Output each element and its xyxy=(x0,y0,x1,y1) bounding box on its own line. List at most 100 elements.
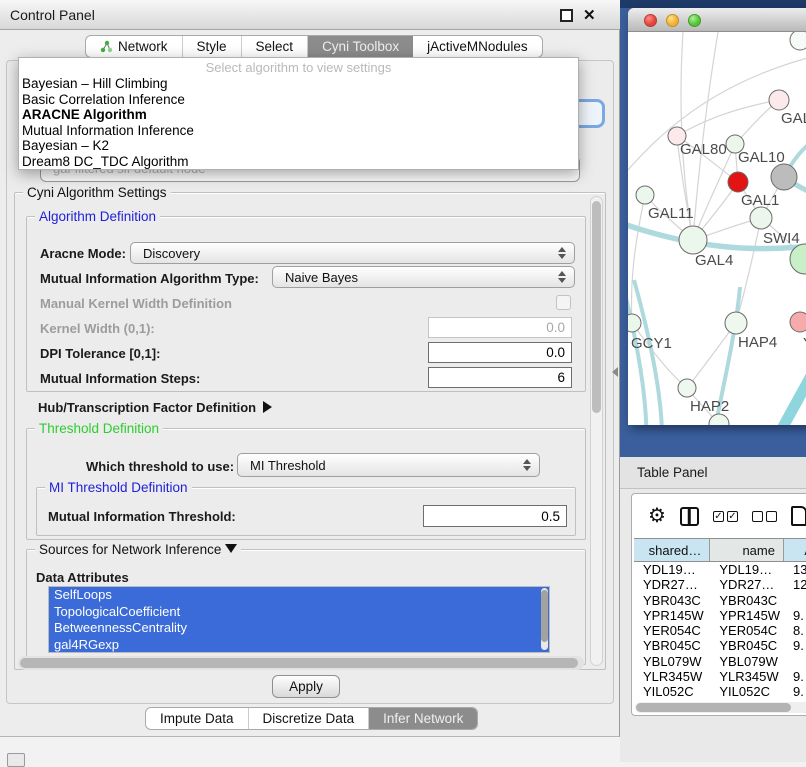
minimize-window-icon[interactable] xyxy=(666,14,679,27)
network-node-hap2[interactable] xyxy=(678,379,696,397)
table-cell: YBR043C xyxy=(710,593,784,608)
network-edge[interactable] xyxy=(736,218,761,323)
sources-group-title[interactable]: Sources for Network Inference xyxy=(35,542,241,557)
apply-button[interactable]: Apply xyxy=(272,675,340,698)
panel-splitter-arrow[interactable] xyxy=(612,367,618,377)
hub-tf-definition-toggle[interactable]: Hub/Transcription Factor Definition xyxy=(38,400,272,415)
table-cell: YBR045C xyxy=(634,638,710,653)
split-columns-icon[interactable] xyxy=(680,507,699,526)
network-node[interactable] xyxy=(771,164,797,190)
algorithm-option[interactable]: ARACNE Algorithm xyxy=(19,107,578,123)
table-row[interactable]: YLR345WYLR345W9. xyxy=(634,669,806,684)
tab-jactivemnodules[interactable]: jActiveMNodules xyxy=(413,36,542,57)
mi-threshold-field[interactable] xyxy=(423,505,567,527)
tab-cyni-toolbox[interactable]: Cyni Toolbox xyxy=(308,36,413,57)
attribute-item[interactable]: gal4RGexp xyxy=(49,637,549,654)
network-edge[interactable] xyxy=(677,100,779,136)
network-node-gal1[interactable] xyxy=(750,207,772,229)
table-cell: 9. xyxy=(784,638,806,653)
attributes-scrollbar[interactable] xyxy=(541,588,548,650)
table-row[interactable]: YDR27…YDR27…12 xyxy=(634,577,806,592)
aracne-mode-combo[interactable]: Discovery xyxy=(130,242,575,264)
algorithm-option[interactable]: Dream8 DC_TDC Algorithm xyxy=(19,154,578,170)
network-window[interactable]: GALGAL80GAL10GAL1GAL11GAL4SWI4GCY1HAP4YH… xyxy=(628,8,806,425)
which-threshold-combo[interactable]: MI Threshold xyxy=(237,453,540,477)
tab-discretize-data[interactable]: Discretize Data xyxy=(249,708,370,729)
node-label: GAL1 xyxy=(741,192,779,209)
minimized-panel-icon[interactable] xyxy=(7,753,25,767)
table-row[interactable]: YBR045CYBR045C9. xyxy=(634,638,806,653)
algorithm-definition-title: Algorithm Definition xyxy=(35,209,160,224)
settings-horizontal-scrollbar[interactable] xyxy=(18,656,584,670)
column-header-a[interactable]: A xyxy=(784,539,806,561)
gear-icon[interactable]: ⚙ xyxy=(648,506,666,526)
attribute-item[interactable]: SelfLoops xyxy=(49,587,549,604)
column-header-name[interactable]: name xyxy=(710,539,784,561)
which-threshold-value: MI Threshold xyxy=(250,458,326,473)
algorithm-option[interactable]: Bayesian – Hill Climbing xyxy=(19,76,578,92)
table-header-row: shared…nameA xyxy=(634,538,806,562)
network-node-y[interactable] xyxy=(790,312,806,332)
network-node-gal[interactable] xyxy=(769,90,789,110)
table-horizontal-scrollbar-thumb[interactable] xyxy=(636,703,791,712)
table-cell: YBR043C xyxy=(634,593,710,608)
algorithm-dropdown-prompt: Select algorithm to view settings xyxy=(19,58,578,76)
settings-vertical-scrollbar[interactable] xyxy=(590,196,603,666)
tab-style[interactable]: Style xyxy=(183,36,242,57)
close-panel-icon[interactable]: ✕ xyxy=(583,9,596,22)
table-row[interactable]: YBR043CYBR043C xyxy=(634,593,806,608)
algorithm-option[interactable]: Bayesian – K2 xyxy=(19,138,578,154)
kernel-width-field[interactable] xyxy=(428,317,572,338)
attribute-item[interactable]: BetweennessCentrality xyxy=(49,620,549,637)
network-edge[interactable] xyxy=(632,195,645,323)
column-header-shared…[interactable]: shared… xyxy=(634,539,710,561)
table-row[interactable]: YPR145WYPR145W9. xyxy=(634,608,806,623)
network-node-gal11[interactable] xyxy=(636,186,654,204)
network-edge[interactable] xyxy=(693,144,735,240)
network-node-gcy1[interactable] xyxy=(628,314,641,332)
mi-steps-field[interactable] xyxy=(428,367,572,388)
data-attributes-label: Data Attributes xyxy=(36,570,129,585)
dpi-tolerance-label: DPI Tolerance [0,1]: xyxy=(40,346,160,361)
threshold-definition-title: Threshold Definition xyxy=(35,421,163,436)
table-cell: YPR145W xyxy=(710,608,784,623)
table-row[interactable]: YBL079WYBL079W xyxy=(634,654,806,669)
aracne-mode-label: Aracne Mode: xyxy=(40,246,126,261)
deselect-all-columns-icon[interactable] xyxy=(752,511,777,522)
table-row[interactable]: YDL19…YDL19…13 xyxy=(634,562,806,577)
attribute-item[interactable]: TopologicalCoefficient xyxy=(49,604,549,621)
tab-select[interactable]: Select xyxy=(242,36,309,57)
dpi-tolerance-field[interactable] xyxy=(428,342,572,363)
network-edge[interactable] xyxy=(776,327,806,425)
mi-threshold-label: Mutual Information Threshold: xyxy=(48,509,236,524)
network-window-titlebar[interactable] xyxy=(628,8,806,32)
data-attributes-list[interactable]: SelfLoopsTopologicalCoefficientBetweenne… xyxy=(48,586,550,653)
network-node-hap4[interactable] xyxy=(725,312,747,334)
settings-vertical-scrollbar-thumb[interactable] xyxy=(592,201,601,413)
algorithm-option[interactable]: Mutual Information Inference xyxy=(19,123,578,139)
network-icon xyxy=(100,40,113,53)
network-node[interactable] xyxy=(790,32,806,50)
mi-algorithm-type-combo[interactable]: Naive Bayes xyxy=(272,266,575,288)
network-node-gal4[interactable] xyxy=(679,226,707,254)
tab-network[interactable]: Network xyxy=(86,36,183,57)
network-node[interactable] xyxy=(728,172,748,192)
attributes-scrollbar-thumb[interactable] xyxy=(541,590,548,642)
algorithm-option[interactable]: Basic Correlation Inference xyxy=(19,92,578,108)
tab-infer-network[interactable]: Infer Network xyxy=(369,708,477,729)
tab-impute-data[interactable]: Impute Data xyxy=(146,708,249,729)
network-edge[interactable] xyxy=(628,282,647,425)
sources-title-text: Sources for Network Inference xyxy=(39,542,221,557)
manual-kernel-width-checkbox[interactable] xyxy=(556,295,571,310)
table-cell: YDR27… xyxy=(634,577,710,592)
table-row[interactable]: YIL052CYIL052C9. xyxy=(634,684,806,699)
close-window-icon[interactable] xyxy=(644,14,657,27)
table-row[interactable]: YER054CYER054C8. xyxy=(634,623,806,638)
float-panel-icon[interactable] xyxy=(560,9,573,22)
zoom-window-icon[interactable] xyxy=(688,14,701,27)
network-canvas[interactable]: GALGAL80GAL10GAL1GAL11GAL4SWI4GCY1HAP4YH… xyxy=(628,32,806,425)
select-all-columns-icon[interactable]: ✓✓ xyxy=(713,511,738,522)
table-horizontal-scrollbar[interactable] xyxy=(635,702,806,713)
new-table-icon[interactable] xyxy=(791,506,806,526)
settings-horizontal-scrollbar-thumb[interactable] xyxy=(20,658,578,668)
